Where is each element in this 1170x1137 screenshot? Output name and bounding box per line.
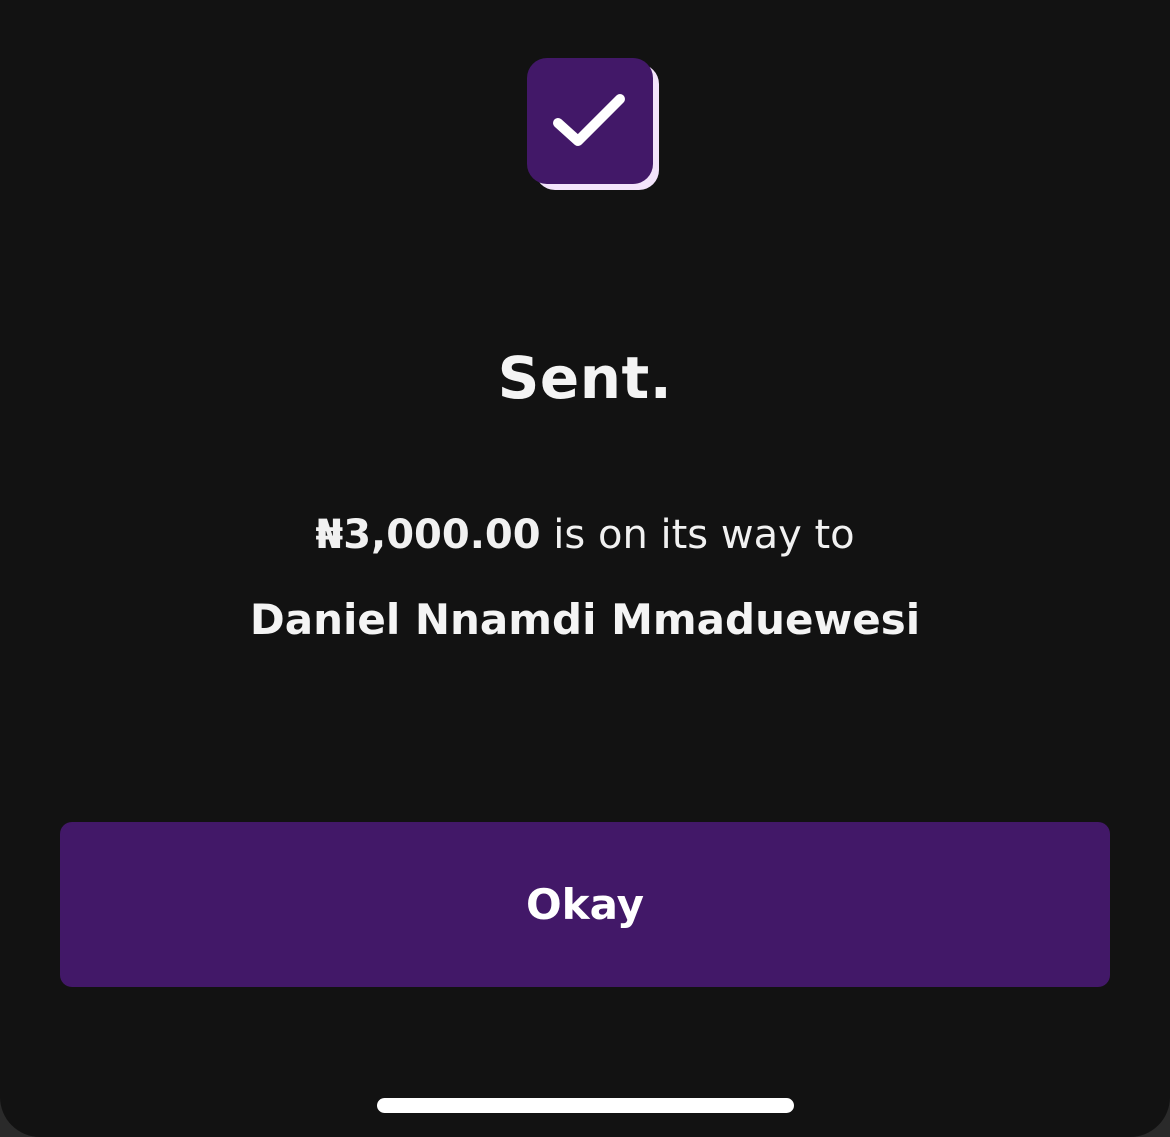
page-title: Sent. — [497, 344, 673, 412]
success-badge — [527, 58, 661, 192]
transfer-message: ₦3,000.00 is on its way to — [0, 512, 1170, 558]
transfer-amount: ₦3,000.00 — [315, 512, 541, 558]
success-sheet: Sent. ₦3,000.00 is on its way to Daniel … — [0, 0, 1170, 1137]
transfer-message-suffix: is on its way to — [553, 512, 855, 558]
home-indicator[interactable] — [377, 1098, 794, 1113]
okay-button[interactable]: Okay — [60, 822, 1110, 987]
okay-button-label: Okay — [525, 880, 645, 929]
recipient-name: Daniel Nnamdi Mmaduewesi — [249, 595, 921, 644]
checkmark-icon — [527, 58, 653, 184]
